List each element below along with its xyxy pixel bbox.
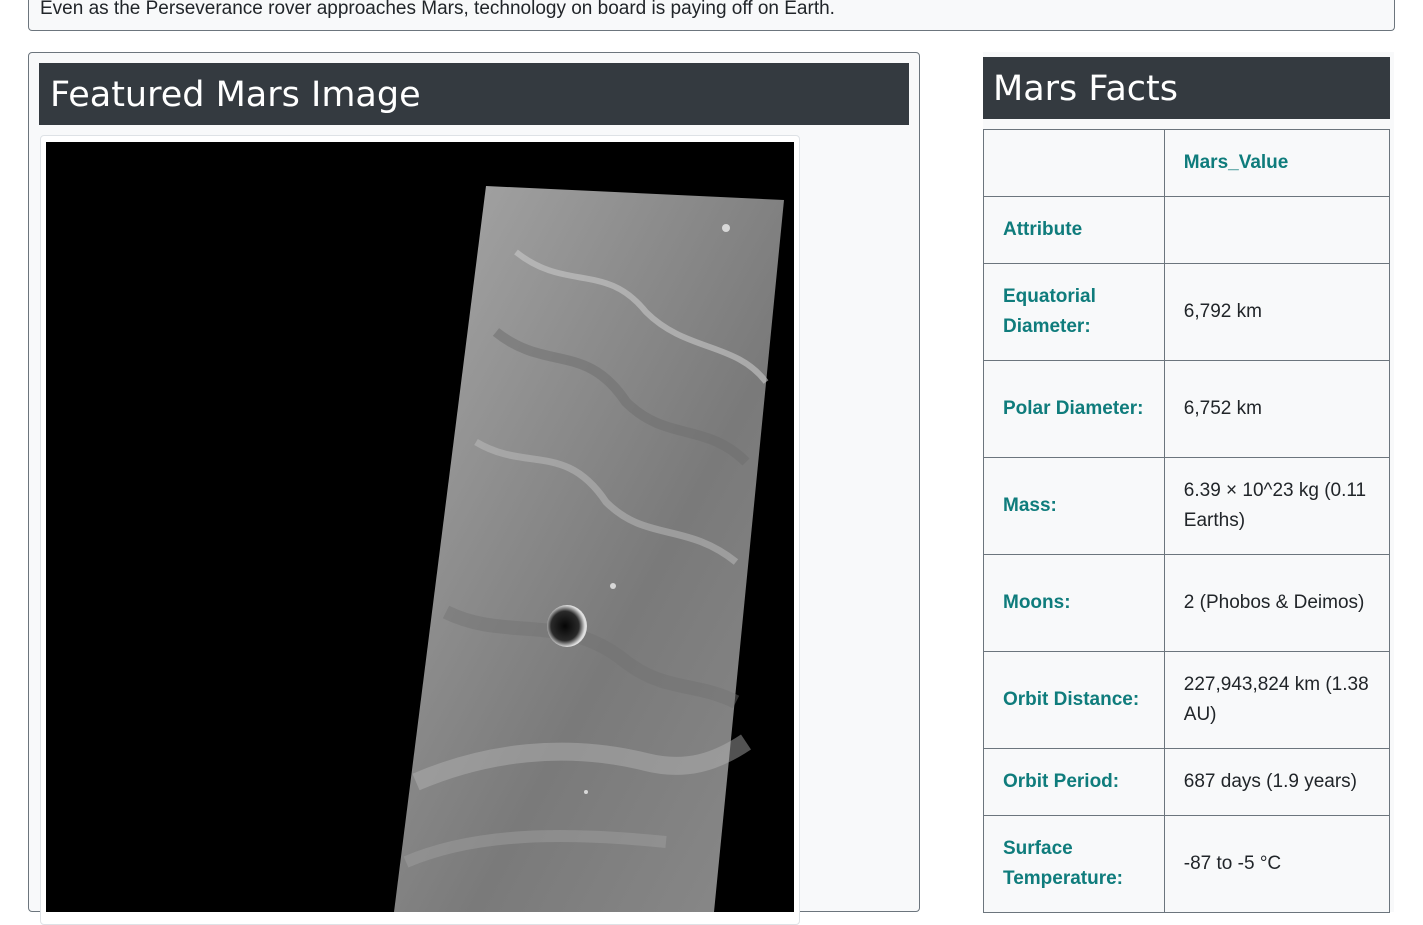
- row-value: 687 days (1.9 years): [1163, 748, 1391, 816]
- table-row: Moons: 2 (Phobos & Deimos): [983, 554, 1391, 652]
- row-value: -87 to -5 °C: [1163, 815, 1391, 913]
- table-header-row: Mars_Value: [983, 129, 1391, 197]
- row-attribute: Moons:: [983, 554, 1165, 652]
- table-header-value: Mars_Value: [1163, 129, 1391, 197]
- table-header-index: [983, 129, 1165, 197]
- table-row: Attribute: [983, 196, 1391, 264]
- row-attribute: Equatorial Diameter:: [983, 263, 1165, 361]
- row-attribute: Orbit Distance:: [983, 651, 1165, 749]
- featured-image-header: Featured Mars Image: [39, 63, 909, 125]
- mars-facts-table: Mars_Value Attribute Equatorial Diameter…: [983, 129, 1391, 913]
- row-value: 6.39 × 10^23 kg (0.11 Earths): [1163, 457, 1391, 555]
- featured-image-title: Featured Mars Image: [50, 75, 421, 115]
- row-attribute: Polar Diameter:: [983, 360, 1165, 458]
- table-row: Orbit Distance: 227,943,824 km (1.38 AU): [983, 651, 1391, 749]
- table-row: Mass: 6.39 × 10^23 kg (0.11 Earths): [983, 457, 1391, 555]
- news-paragraph: Even as the Perseverance rover approache…: [40, 0, 835, 19]
- row-value: 6,752 km: [1163, 360, 1391, 458]
- row-value: 2 (Phobos & Deimos): [1163, 554, 1391, 652]
- row-attribute: Orbit Period:: [983, 748, 1165, 816]
- row-value: 6,792 km: [1163, 263, 1391, 361]
- news-paragraph-box: Even as the Perseverance rover approache…: [28, 0, 1395, 31]
- mars-facts-title: Mars Facts: [993, 69, 1178, 109]
- mars-facts-header: Mars Facts: [983, 57, 1390, 119]
- table-row: Surface Temperature: -87 to -5 °C: [983, 815, 1391, 913]
- featured-image-card: Featured Mars Image: [28, 52, 920, 925]
- table-row: Polar Diameter: 6,752 km: [983, 360, 1391, 458]
- mars-facts-card: Mars Facts Mars_Value Attribute Equatori…: [983, 52, 1394, 913]
- featured-mars-image[interactable]: [46, 142, 794, 912]
- table-row: Equatorial Diameter: 6,792 km: [983, 263, 1391, 361]
- row-attribute: Mass:: [983, 457, 1165, 555]
- row-value: 227,943,824 km (1.38 AU): [1163, 651, 1391, 749]
- row-attribute: Attribute: [983, 196, 1165, 264]
- table-row: Orbit Period: 687 days (1.9 years): [983, 748, 1391, 816]
- row-attribute: Surface Temperature:: [983, 815, 1165, 913]
- row-value: [1163, 196, 1391, 264]
- featured-image-frame: [40, 135, 800, 925]
